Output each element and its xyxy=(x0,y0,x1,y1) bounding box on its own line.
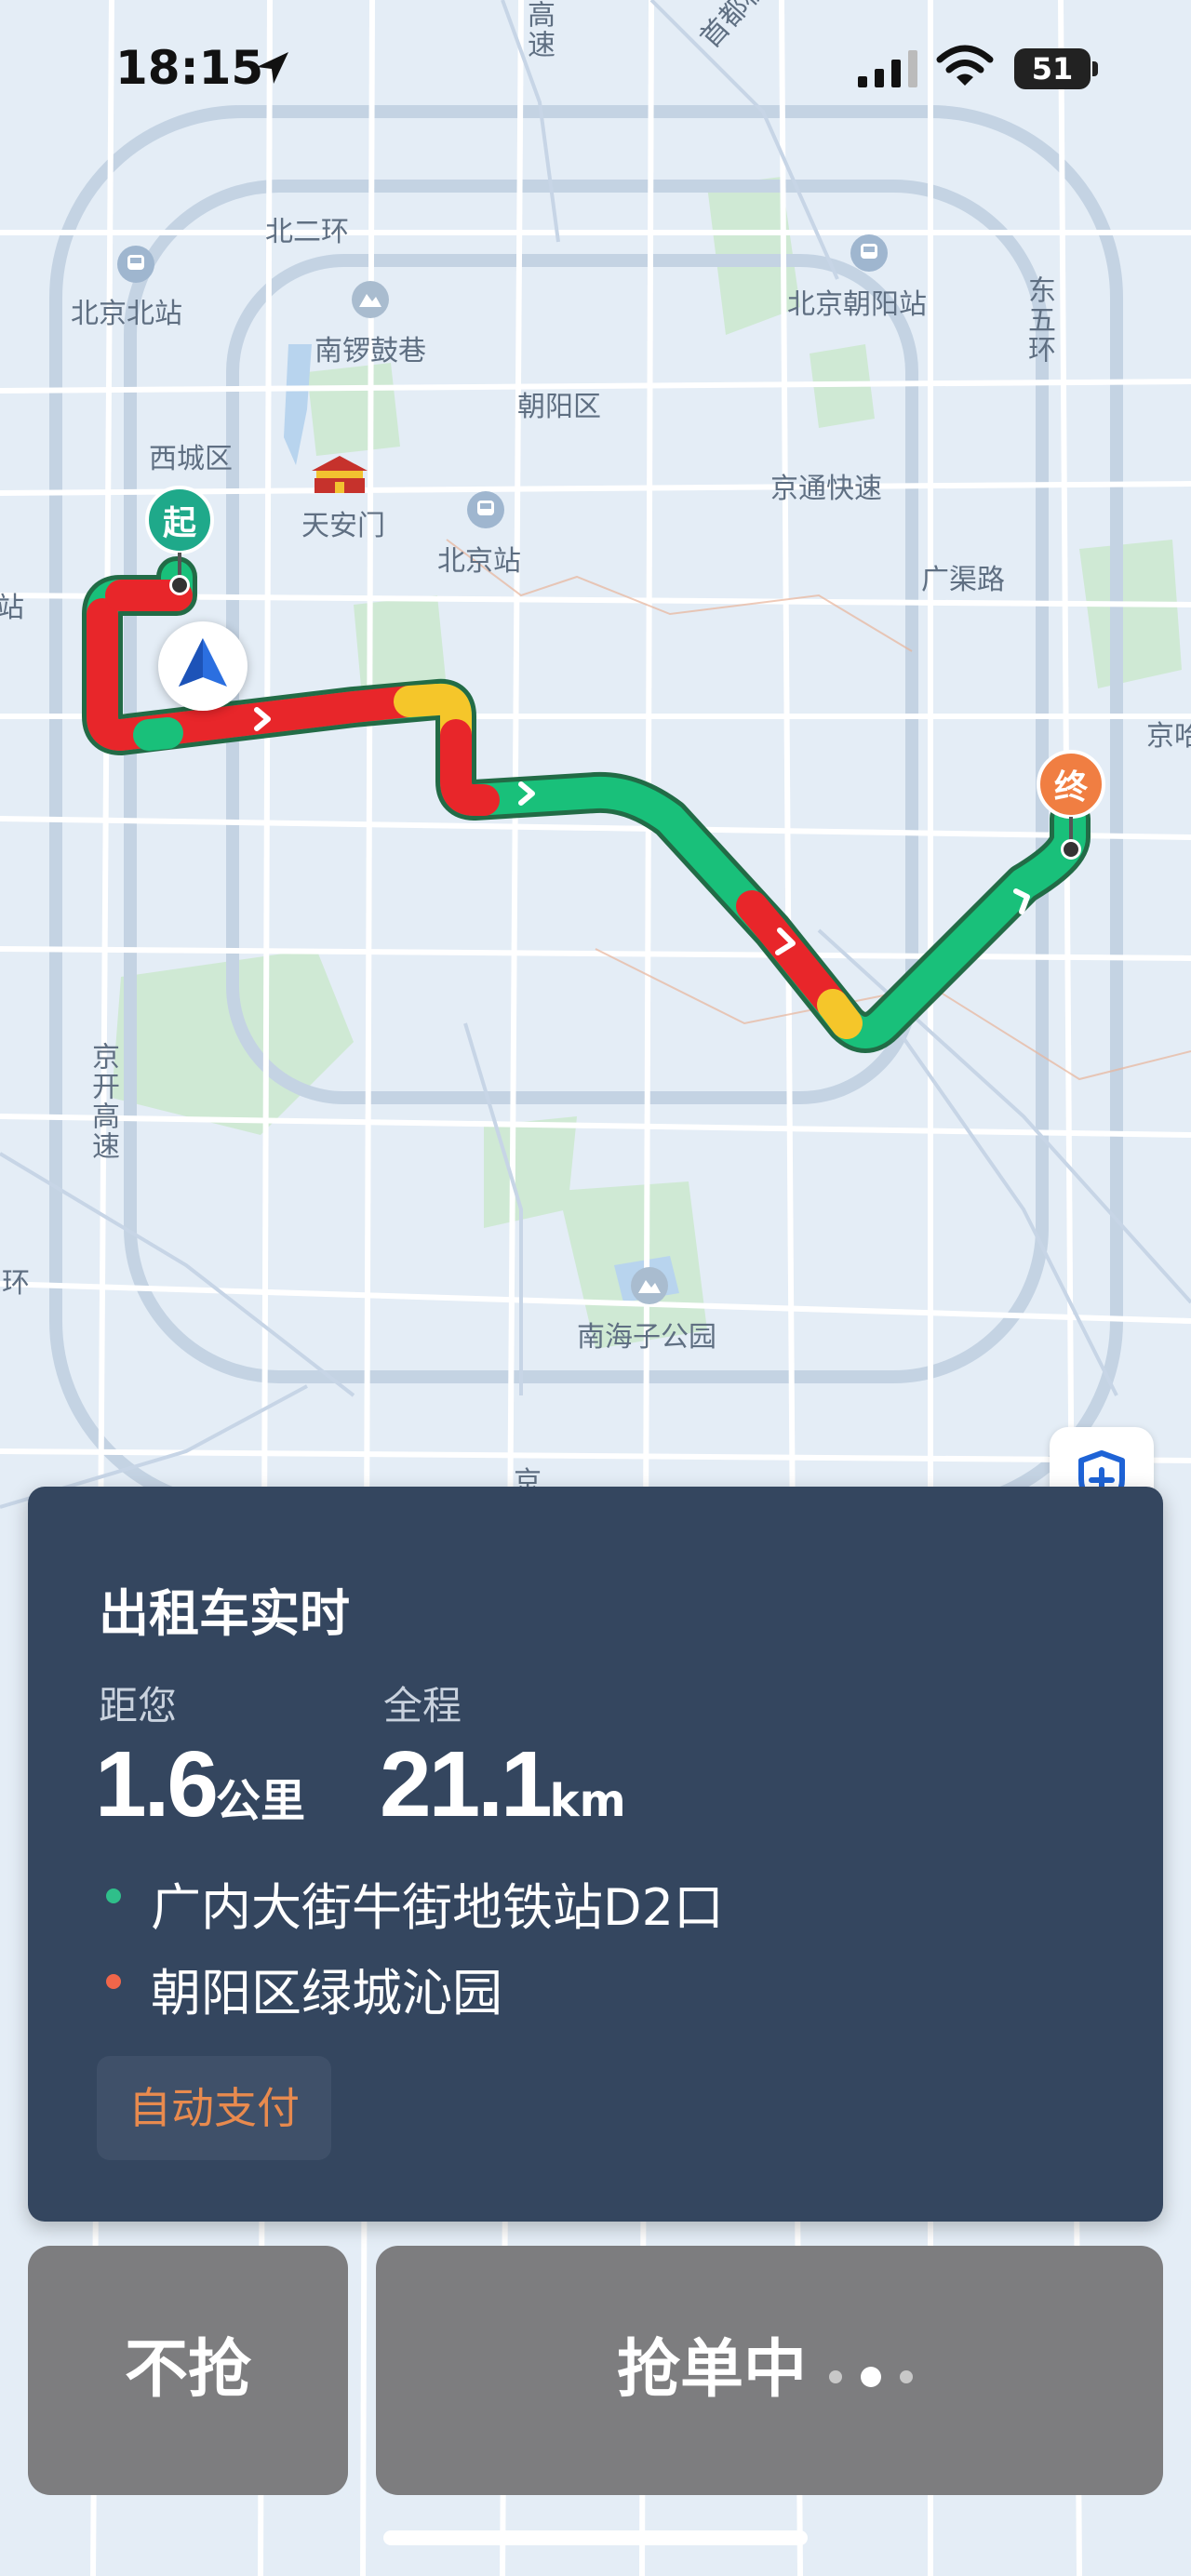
end-marker[interactable]: 终 xyxy=(1037,750,1105,819)
status-bar: 18:15 51 xyxy=(0,0,1191,140)
distance-value-group: 1.6公里 xyxy=(95,1738,305,1848)
loading-dots-icon xyxy=(820,2249,922,2498)
distance-label: 距您 xyxy=(99,1683,178,1728)
total-distance-label: 全程 xyxy=(383,1683,462,1728)
map-label-guangqu-road: 广渠路 xyxy=(921,564,1005,596)
map-label-gaosu-partial: 高速 xyxy=(522,0,555,60)
skip-order-label: 不抢 xyxy=(124,2333,251,2407)
train-station-icon xyxy=(117,246,154,283)
location-arrow-icon xyxy=(257,52,288,84)
map-label-huan-partial: 三环 xyxy=(0,1267,30,1300)
map-label-xichengqu: 西城区 xyxy=(149,443,233,475)
map-label-chaoyangqu: 朝阳区 xyxy=(517,391,601,423)
train-station-icon xyxy=(467,491,504,528)
battery-indicator: 51 xyxy=(1014,48,1091,89)
tiananmen-landmark-icon xyxy=(312,456,368,493)
start-marker-dot xyxy=(169,575,190,595)
map-label-jingtong-expressway: 京通快速 xyxy=(770,473,882,505)
map-label-west-station: 西站 xyxy=(0,592,24,624)
map-label-jing-partial: 京哈 xyxy=(1146,720,1191,753)
navigation-arrow-icon xyxy=(179,638,227,687)
map-label-dongwuhuan: 东五环 xyxy=(1023,275,1055,365)
map-label-nanhaizi-park: 南海子公园 xyxy=(577,1321,716,1354)
pickup-address: 广内大街牛街地铁站D2口 xyxy=(151,1878,724,1937)
grab-order-label: 抢单中 xyxy=(616,2333,807,2407)
auto-pay-tag: 自动支付 xyxy=(97,2056,331,2160)
total-distance-unit: km xyxy=(549,1775,626,1827)
distance-unit: 公里 xyxy=(216,1775,306,1827)
wifi-icon xyxy=(936,45,994,86)
map-label-nanluoguxiang: 南锣鼓巷 xyxy=(314,335,426,367)
pickup-dot xyxy=(106,1889,121,1903)
map-label-beijing-chaoyang-station: 北京朝阳站 xyxy=(787,288,927,321)
home-indicator[interactable] xyxy=(383,2530,808,2545)
end-marker-dot xyxy=(1061,839,1081,860)
scenic-spot-icon xyxy=(352,281,389,318)
total-distance-value: 21.1 xyxy=(380,1732,553,1836)
skip-order-button[interactable]: 不抢 xyxy=(28,2246,348,2495)
map-label-beierhuan: 北二环 xyxy=(265,216,349,248)
park-icon xyxy=(631,1267,668,1304)
cellular-signal-icon xyxy=(858,50,917,87)
map-label-beijing-station: 北京站 xyxy=(437,545,521,578)
dropoff-address: 朝阳区绿城沁园 xyxy=(151,1964,502,2022)
map-label-beijing-north-station: 北京北站 xyxy=(71,298,182,330)
distance-value: 1.6 xyxy=(95,1732,219,1836)
battery-tip xyxy=(1092,61,1098,76)
map-label-jingkai-expressway: 京开高速 xyxy=(87,1042,119,1161)
start-marker[interactable]: 起 xyxy=(145,486,214,554)
grab-order-button[interactable]: 抢单中 xyxy=(376,2246,1163,2495)
train-station-icon xyxy=(850,234,888,272)
map-label-tiananmen: 天安门 xyxy=(301,510,385,542)
total-distance-value-group: 21.1km xyxy=(380,1738,626,1848)
status-time: 18:15 xyxy=(115,41,264,95)
dropoff-dot xyxy=(106,1974,121,1989)
current-location-marker xyxy=(158,621,248,711)
order-card: 出租车实时 距您 1.6公里 全程 21.1km 广内大街牛街地铁站D2口 朝阳… xyxy=(28,1487,1163,2222)
order-type-title: 出租车实时 xyxy=(99,1584,350,1643)
